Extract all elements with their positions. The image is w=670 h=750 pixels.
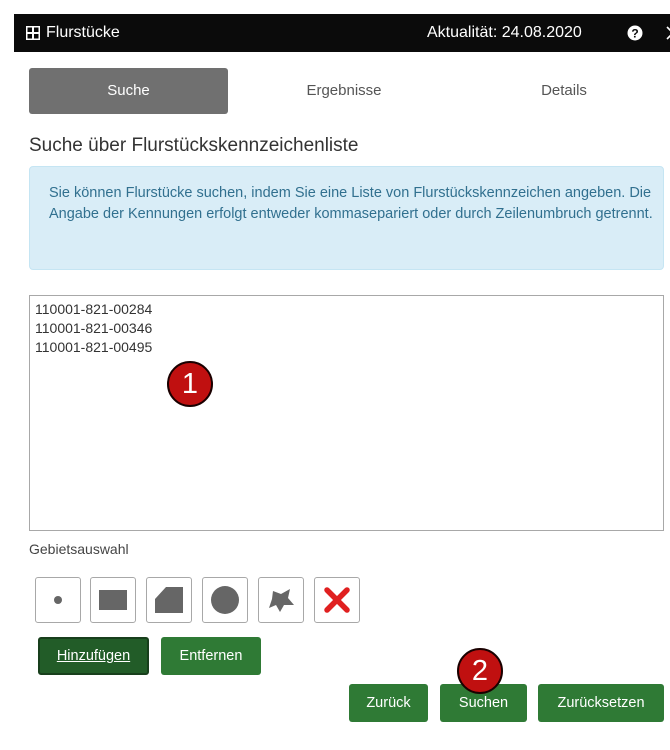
circle-icon: [211, 586, 239, 614]
window-title: Flurstücke: [46, 24, 120, 41]
svg-text:?: ?: [631, 27, 638, 41]
draw-rectangle-button[interactable]: [90, 577, 136, 623]
polygon-icon: [155, 587, 183, 613]
freehand-icon: [269, 589, 294, 612]
close-icon[interactable]: [665, 25, 670, 41]
remove-button[interactable]: Entfernen: [161, 637, 261, 675]
callout-badge-2: 2: [457, 648, 503, 694]
point-icon: [54, 596, 62, 604]
draw-polygon-button[interactable]: [146, 577, 192, 623]
flurstueck-list-input[interactable]: [29, 295, 664, 531]
rectangle-icon: [99, 590, 127, 610]
aktualitaet-label: Aktualität: 24.08.2020: [427, 24, 582, 41]
draw-point-button[interactable]: [35, 577, 81, 623]
add-button[interactable]: Hinzufügen: [38, 637, 149, 675]
tab-ergebnisse[interactable]: Ergebnisse: [244, 68, 444, 114]
help-icon[interactable]: ?: [627, 25, 643, 41]
grid-icon: [26, 26, 40, 40]
back-button[interactable]: Zurück: [349, 684, 428, 722]
section-heading: Suche über Flurstückskennzeichenliste: [29, 135, 359, 156]
delete-shape-button[interactable]: [314, 577, 360, 623]
window-titlebar: Flurstücke Aktualität: 24.08.2020 ?: [14, 14, 670, 52]
callout-badge-1: 1: [167, 361, 213, 407]
draw-freehand-button[interactable]: [258, 577, 304, 623]
tab-suche[interactable]: Suche: [29, 68, 228, 114]
reset-button[interactable]: Zurücksetzen: [538, 684, 664, 722]
gebietsauswahl-label: Gebietsauswahl: [29, 541, 129, 557]
tab-details[interactable]: Details: [464, 68, 664, 114]
info-alert: Sie können Flurstücke suchen, indem Sie …: [29, 166, 664, 270]
draw-circle-button[interactable]: [202, 577, 248, 623]
delete-icon: [324, 587, 350, 613]
